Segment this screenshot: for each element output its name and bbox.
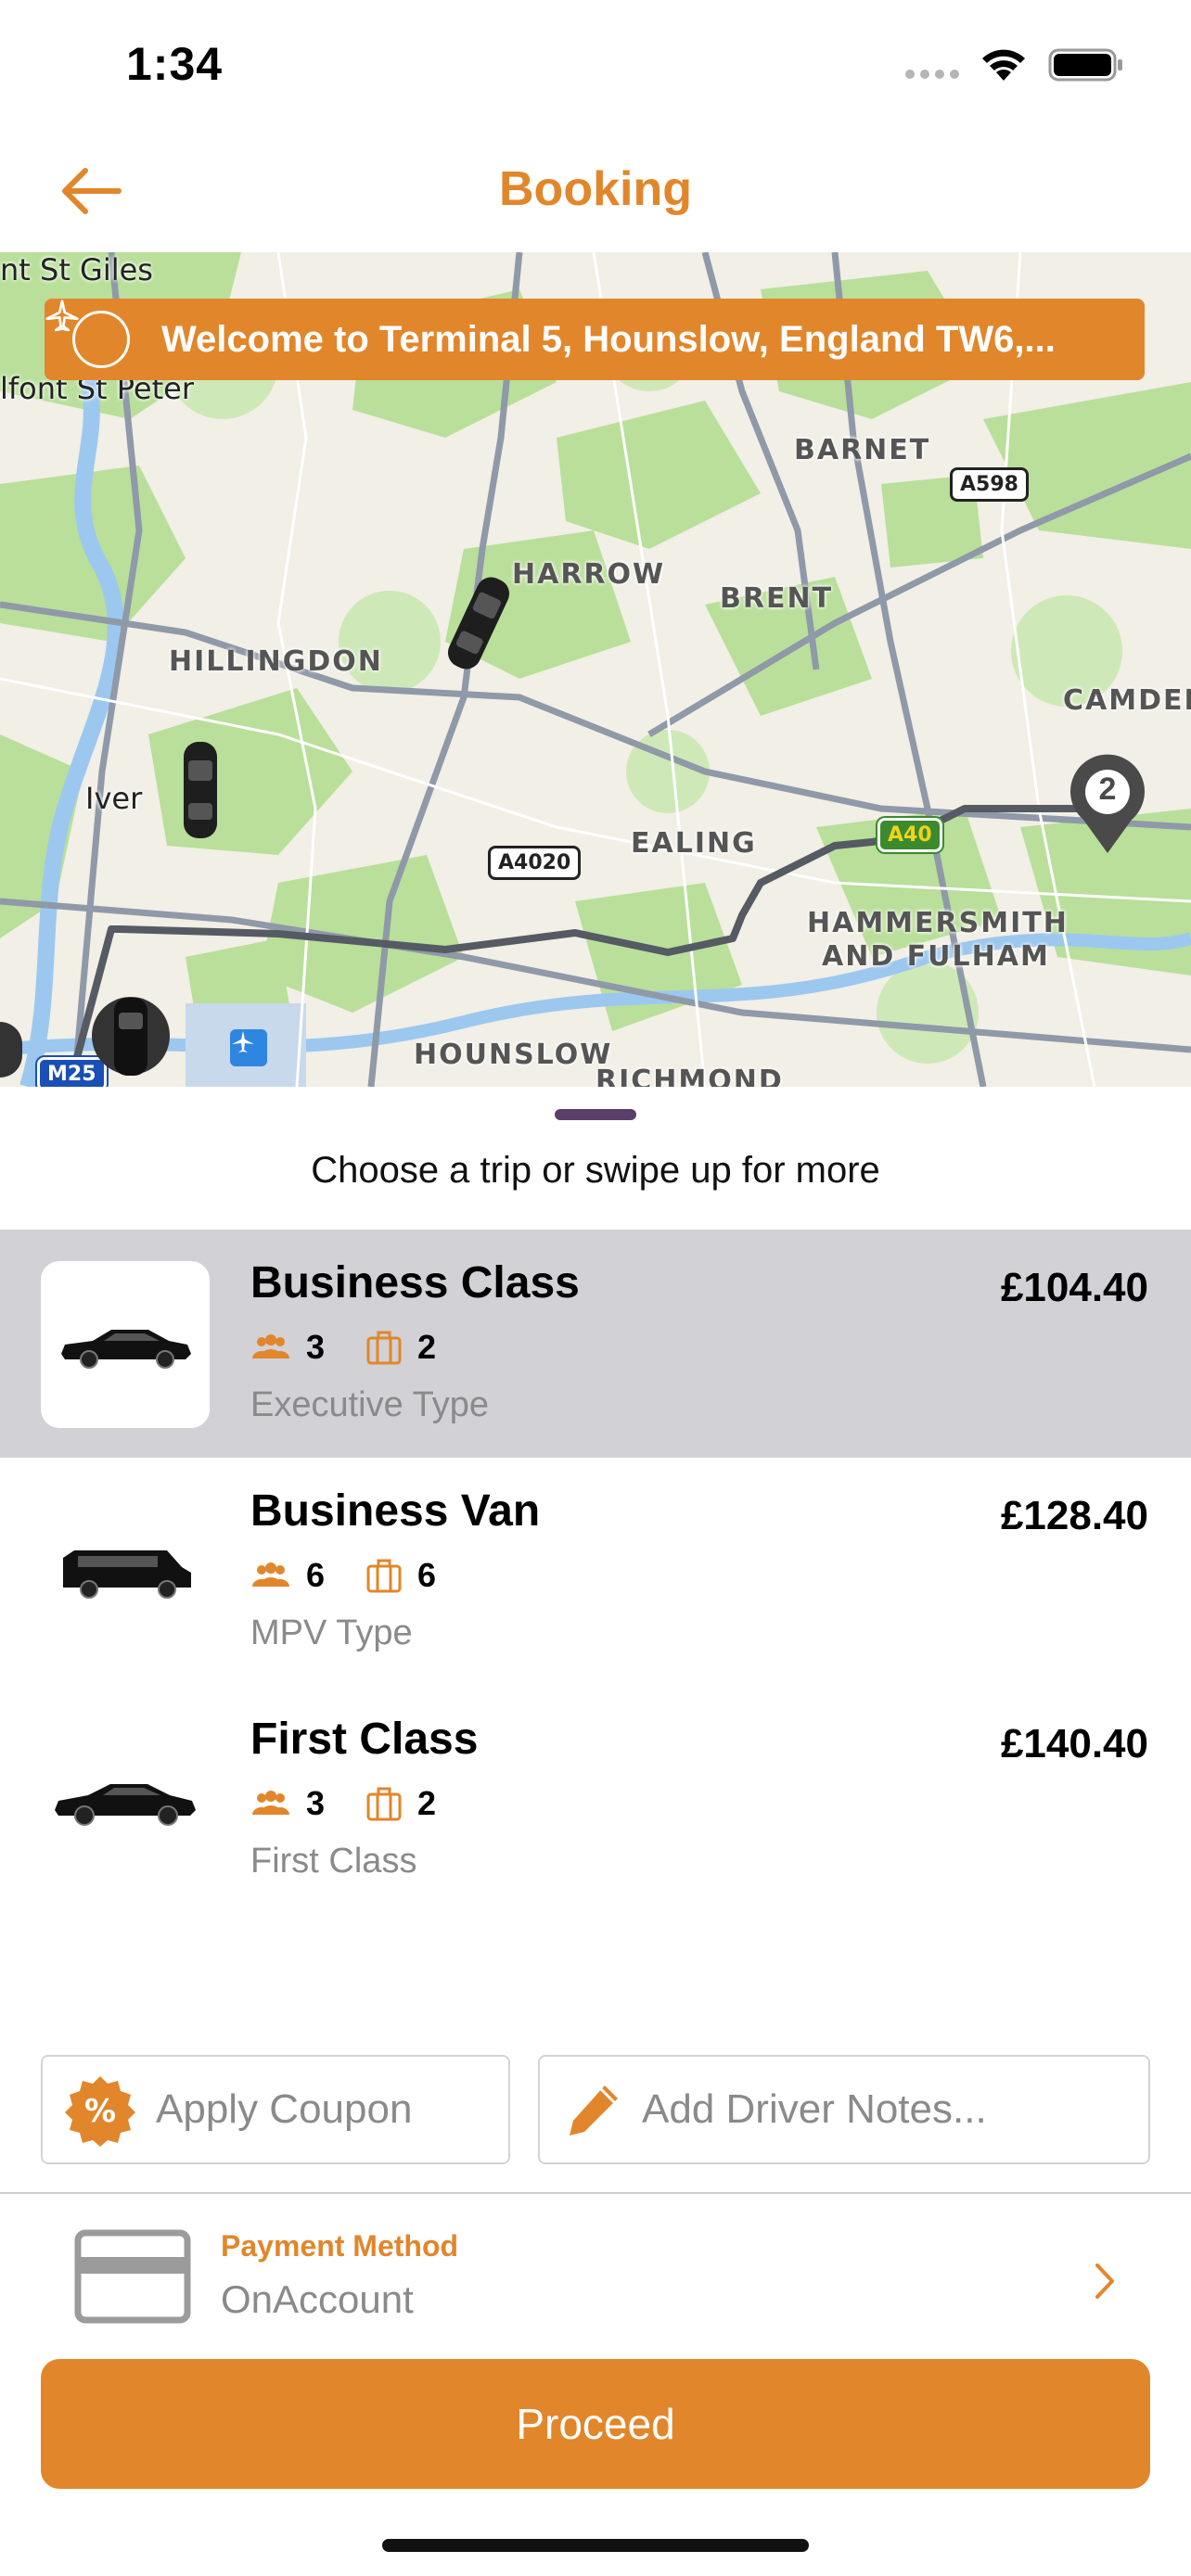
luggage-count: 6 bbox=[417, 1556, 437, 1594]
passenger-count: 3 bbox=[306, 1784, 326, 1822]
passenger-count: 6 bbox=[306, 1556, 326, 1594]
map-label: Iver bbox=[85, 781, 143, 816]
map-label: HILLINGDON bbox=[169, 645, 383, 678]
map-label: BRENT bbox=[720, 582, 834, 615]
map-label: AND FULHAM bbox=[822, 940, 1050, 973]
road-shield: A40 bbox=[877, 818, 942, 852]
airport-icon bbox=[230, 1029, 267, 1066]
trip-price: £140.40 bbox=[1000, 1721, 1148, 1766]
passenger-count: 3 bbox=[306, 1328, 326, 1366]
driver-notes-field[interactable]: Add Driver Notes... bbox=[538, 2055, 1150, 2164]
car-marker-icon bbox=[184, 742, 217, 838]
payment-method-label: Payment Method bbox=[221, 2229, 459, 2263]
wifi-icon bbox=[982, 49, 1025, 81]
trip-option-first-class[interactable]: First Class £140.40 3 2 First Class bbox=[0, 1686, 1191, 1914]
trip-capacity: 3 2 bbox=[250, 1784, 477, 1823]
trip-capacity: 6 6 bbox=[250, 1556, 477, 1595]
sheet-hint: Choose a trip or swipe up for more bbox=[311, 1150, 880, 1191]
sedan-car-icon bbox=[41, 1261, 210, 1428]
route-pin[interactable]: 2 bbox=[1069, 753, 1146, 855]
luggage-count: 2 bbox=[417, 1784, 437, 1822]
map-label: EALING bbox=[631, 827, 757, 860]
trip-name: Business Van bbox=[250, 1486, 541, 1536]
map-label: CAMDEN bbox=[1063, 684, 1191, 717]
passengers-icon bbox=[252, 1334, 289, 1358]
trip-type: MPV Type bbox=[250, 1613, 413, 1652]
luggage-icon bbox=[366, 1787, 402, 1821]
cellular-signal-icon bbox=[905, 51, 959, 79]
map-view[interactable]: nt St Giles lfont St Peter BARNET HARROW… bbox=[0, 252, 1191, 1087]
map-label: nt St Giles bbox=[0, 252, 153, 287]
chevron-right-icon bbox=[1095, 2264, 1114, 2299]
road-shield: A598 bbox=[950, 467, 1029, 502]
map-label: RICHMOND bbox=[596, 1065, 784, 1087]
status-time: 1:34 bbox=[126, 38, 224, 90]
payment-method-value: OnAccount bbox=[221, 2277, 414, 2321]
banner-text: Welcome to Terminal 5, Hounslow, England… bbox=[161, 318, 1056, 360]
trip-name: Business Class bbox=[250, 1258, 580, 1307]
map-label: HAMMERSMITH bbox=[807, 907, 1069, 939]
passengers-icon bbox=[252, 1791, 289, 1815]
airplane-icon bbox=[45, 300, 130, 368]
van-icon bbox=[41, 1489, 210, 1656]
pin-number: 2 bbox=[1098, 772, 1117, 807]
sheet-grabber[interactable] bbox=[555, 1109, 636, 1120]
car-marker-icon bbox=[447, 577, 510, 670]
map-label: HARROW bbox=[512, 558, 666, 591]
luxury-car-icon bbox=[41, 1717, 210, 1884]
status-bar: 1:34 bbox=[0, 0, 1191, 130]
trip-price: £128.40 bbox=[1000, 1493, 1148, 1538]
nav-header: Booking bbox=[0, 130, 1191, 252]
apply-coupon-button[interactable]: % Apply Coupon bbox=[41, 2055, 510, 2164]
trip-name: First Class bbox=[250, 1715, 479, 1764]
trip-type: Executive Type bbox=[250, 1385, 490, 1424]
road-shield: A4020 bbox=[488, 846, 582, 880]
payment-method-row[interactable]: Payment Method OnAccount bbox=[0, 2196, 1191, 2363]
map-label: HOUNSLOW bbox=[414, 1039, 613, 1071]
location-banner[interactable]: Welcome to Terminal 5, Hounslow, England… bbox=[45, 299, 1145, 380]
trip-type: First Class bbox=[250, 1842, 417, 1881]
svg-text:%: % bbox=[84, 2093, 116, 2130]
trip-option-business-class[interactable]: Business Class £104.40 3 2 Executive Typ… bbox=[0, 1230, 1191, 1458]
trip-capacity: 3 2 bbox=[250, 1328, 477, 1367]
luggage-count: 2 bbox=[417, 1328, 437, 1366]
luggage-icon bbox=[366, 1331, 402, 1365]
trip-option-business-van[interactable]: Business Van £128.40 6 6 MPV Type bbox=[0, 1458, 1191, 1686]
coupon-label: Apply Coupon bbox=[156, 2086, 413, 2132]
coupon-percent-icon: % bbox=[65, 2076, 135, 2147]
status-icons bbox=[905, 46, 1124, 83]
map-label: BARNET bbox=[794, 434, 931, 466]
proceed-button[interactable]: Proceed bbox=[41, 2359, 1150, 2489]
trip-price: £104.40 bbox=[1000, 1265, 1148, 1310]
driver-notes-placeholder: Add Driver Notes... bbox=[642, 2086, 987, 2132]
pencil-icon bbox=[570, 2085, 618, 2136]
passengers-icon bbox=[252, 1562, 289, 1587]
battery-icon bbox=[1048, 48, 1122, 82]
credit-card-icon bbox=[74, 2229, 191, 2324]
car-marker-icon bbox=[92, 997, 170, 1076]
page-title: Booking bbox=[499, 162, 692, 216]
luggage-icon bbox=[366, 1559, 402, 1593]
divider bbox=[0, 2192, 1191, 2194]
home-indicator bbox=[382, 2539, 809, 2552]
